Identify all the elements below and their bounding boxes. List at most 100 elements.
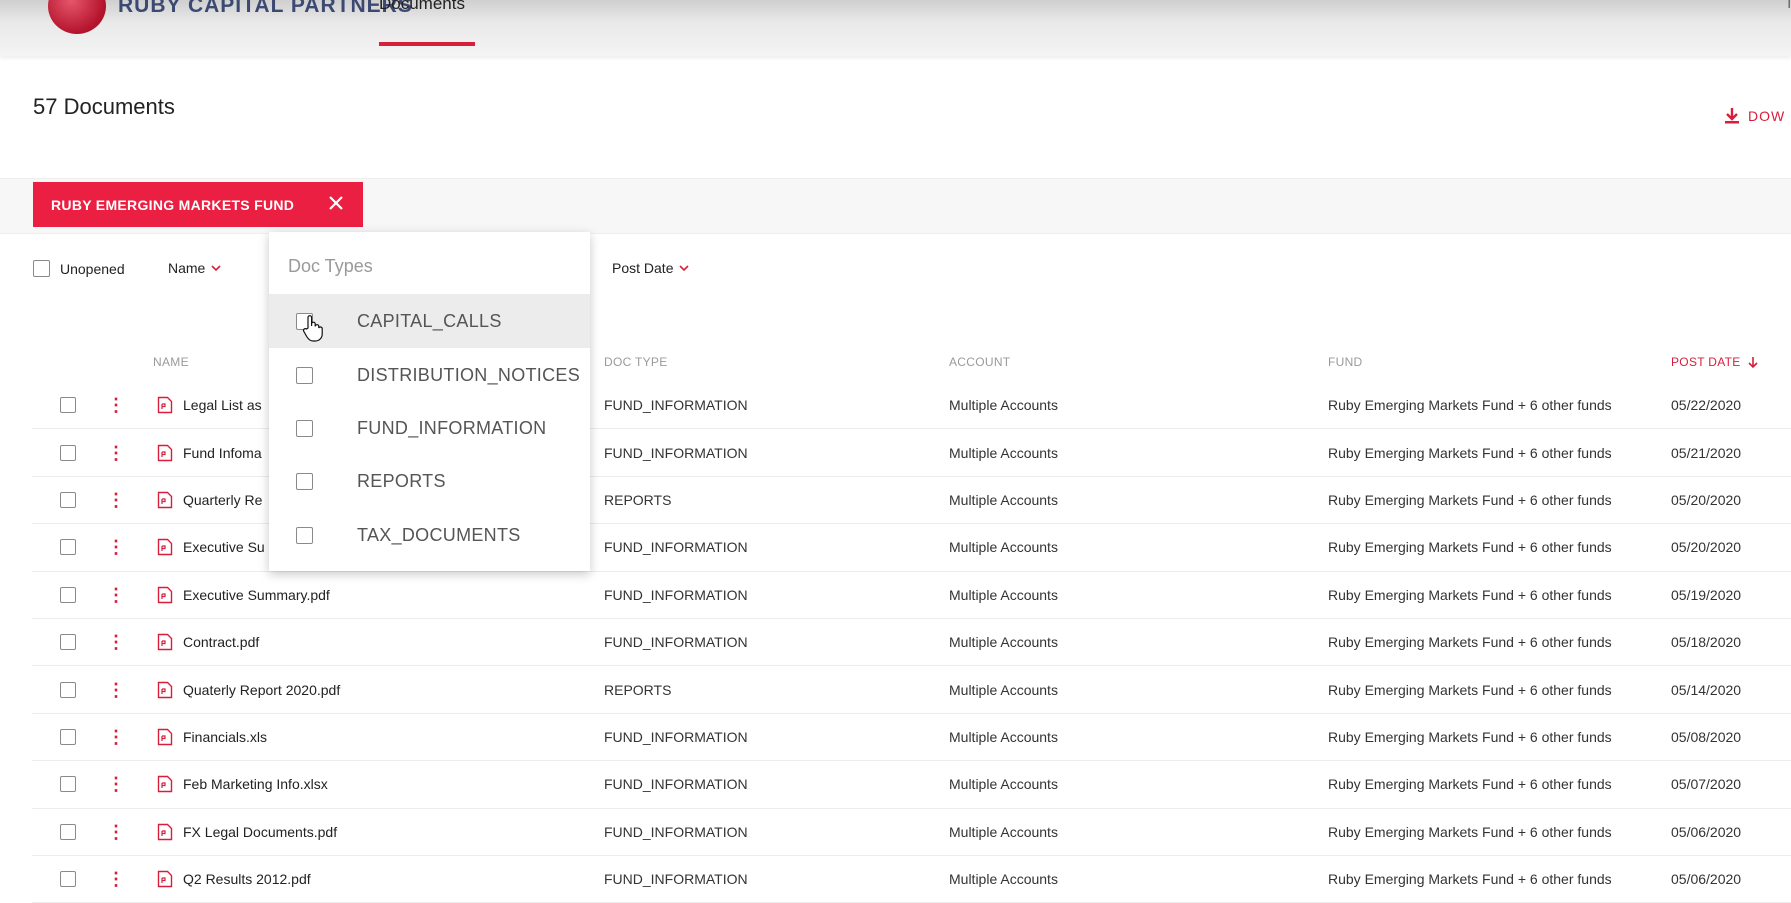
active-tab-indicator	[379, 42, 475, 46]
row-checkbox[interactable]	[60, 776, 76, 793]
row-checkbox[interactable]	[60, 539, 76, 556]
fund-cell: Ruby Emerging Markets Fund + 6 other fun…	[1328, 491, 1612, 508]
kebab-menu-icon[interactable]: ⋮	[107, 728, 125, 746]
option-label: TAX_DOCUMENTS	[357, 524, 521, 545]
document-name[interactable]: Q2 Results 2012.pdf	[183, 871, 311, 887]
table-row[interactable]: ⋮ Executive Summary.pdf FUND_INFORMATION…	[32, 572, 1791, 619]
doc-type-cell: FUND_INFORMATION	[604, 871, 748, 888]
brand-logo-icon[interactable]	[48, 0, 106, 34]
post-date-cell: 05/21/2020	[1671, 444, 1742, 461]
row-checkbox[interactable]	[60, 681, 76, 698]
row-checkbox[interactable]	[60, 491, 76, 508]
doc-type-option-fund-information[interactable]: FUND_INFORMATION	[269, 401, 590, 455]
post-date-cell: 05/07/2020	[1671, 776, 1742, 793]
row-checkbox[interactable]	[60, 586, 76, 603]
tab-documents[interactable]: Documents	[379, 0, 465, 14]
doc-type-option-distribution-notices[interactable]: DISTRIBUTION_NOTICES	[269, 348, 590, 402]
pdf-file-icon	[157, 681, 173, 698]
row-checkbox[interactable]	[60, 728, 76, 745]
column-header-fund[interactable]: FUND	[1328, 355, 1363, 369]
chevron-down-icon	[679, 265, 690, 272]
name-filter-label: Name	[168, 260, 206, 276]
close-icon[interactable]	[327, 194, 345, 212]
option-label: FUND_INFORMATION	[357, 417, 547, 438]
download-button[interactable]: DOW	[1724, 107, 1785, 125]
kebab-menu-icon[interactable]: ⋮	[107, 681, 125, 699]
document-name[interactable]: Executive Summary.pdf	[183, 587, 330, 603]
table-row[interactable]: ⋮ Feb Marketing Info.xlsx FUND_INFORMATI…	[32, 761, 1791, 809]
account-cell: Multiple Accounts	[949, 728, 1058, 745]
fund-cell: Ruby Emerging Markets Fund + 6 other fun…	[1328, 728, 1612, 745]
fund-cell: Ruby Emerging Markets Fund + 6 other fun…	[1328, 871, 1612, 888]
option-checkbox[interactable]	[296, 419, 313, 437]
document-name[interactable]: Fund Infoma	[183, 445, 262, 461]
fund-cell: Ruby Emerging Markets Fund + 6 other fun…	[1328, 444, 1612, 461]
unopened-label: Unopened	[60, 260, 125, 277]
kebab-menu-icon[interactable]: ⋮	[107, 586, 125, 604]
row-checkbox[interactable]	[60, 871, 76, 888]
fund-filter-chip[interactable]: RUBY EMERGING MARKETS FUND	[33, 182, 363, 227]
doc-type-cell: FUND_INFORMATION	[604, 634, 748, 651]
document-name[interactable]: Legal List as	[183, 397, 262, 413]
row-checkbox[interactable]	[60, 397, 76, 414]
account-cell: Multiple Accounts	[949, 776, 1058, 793]
document-name[interactable]: Feb Marketing Info.xlsx	[183, 776, 328, 792]
row-checkbox[interactable]	[60, 444, 76, 461]
account-cell: Multiple Accounts	[949, 491, 1058, 508]
option-checkbox[interactable]	[296, 472, 313, 490]
document-name[interactable]: Contract.pdf	[183, 634, 259, 650]
table-row[interactable]: ⋮ Quaterly Report 2020.pdf REPORTS Multi…	[32, 666, 1791, 714]
kebab-menu-icon[interactable]: ⋮	[107, 633, 125, 651]
post-date-cell: 05/18/2020	[1671, 634, 1742, 651]
column-header-post-date-label: POST DATE	[1671, 355, 1741, 369]
document-name[interactable]: Financials.xls	[183, 729, 267, 745]
user-menu[interactable]: I	[1787, 0, 1791, 11]
fund-filter-chip-label: RUBY EMERGING MARKETS FUND	[51, 196, 295, 213]
fund-cell: Ruby Emerging Markets Fund + 6 other fun…	[1328, 539, 1612, 556]
table-row[interactable]: ⋮ FX Legal Documents.pdf FUND_INFORMATIO…	[32, 809, 1791, 856]
table-row[interactable]: ⋮ Contract.pdf FUND_INFORMATION Multiple…	[32, 619, 1791, 667]
kebab-menu-icon[interactable]: ⋮	[107, 396, 125, 414]
doc-type-cell: FUND_INFORMATION	[604, 539, 748, 556]
pdf-file-icon	[157, 586, 173, 603]
kebab-menu-icon[interactable]: ⋮	[107, 444, 125, 462]
page-title: 57 Documents	[33, 94, 175, 119]
name-filter-dropdown[interactable]: Name	[168, 260, 222, 276]
column-header-account[interactable]: ACCOUNT	[949, 355, 1010, 369]
table-row[interactable]: ⋮ Financials.xls FUND_INFORMATION Multip…	[32, 714, 1791, 762]
column-header-post-date[interactable]: POST DATE	[1671, 355, 1759, 369]
kebab-menu-icon[interactable]: ⋮	[107, 775, 125, 793]
document-name[interactable]: Quaterly Report 2020.pdf	[183, 682, 340, 698]
post-date-filter-dropdown[interactable]: Post Date	[612, 260, 690, 276]
doc-type-option-tax-documents[interactable]: TAX_DOCUMENTS	[269, 508, 590, 562]
row-checkbox[interactable]	[60, 634, 76, 651]
unopened-checkbox[interactable]	[33, 260, 50, 277]
fund-cell: Ruby Emerging Markets Fund + 6 other fun…	[1328, 397, 1612, 414]
row-checkbox[interactable]	[60, 823, 76, 840]
column-header-doc-type[interactable]: DOC TYPE	[604, 355, 668, 369]
kebab-menu-icon[interactable]: ⋮	[107, 823, 125, 841]
doc-types-dropdown: Doc Types CAPITAL_CALLS DISTRIBUTION_NOT…	[269, 232, 590, 571]
pdf-file-icon	[157, 823, 173, 840]
doc-type-cell: FUND_INFORMATION	[604, 728, 748, 745]
option-checkbox[interactable]	[296, 526, 313, 544]
account-cell: Multiple Accounts	[949, 681, 1058, 698]
post-date-cell: 05/20/2020	[1671, 491, 1742, 508]
post-date-filter-label: Post Date	[612, 260, 674, 276]
kebab-menu-icon[interactable]: ⋮	[107, 491, 125, 509]
document-name[interactable]: FX Legal Documents.pdf	[183, 824, 337, 840]
document-name[interactable]: Quarterly Re	[183, 492, 262, 508]
doc-type-option-reports[interactable]: REPORTS	[269, 454, 590, 508]
account-cell: Multiple Accounts	[949, 586, 1058, 603]
kebab-menu-icon[interactable]: ⋮	[107, 538, 125, 556]
doc-types-search-input[interactable]: Doc Types	[288, 256, 373, 277]
option-checkbox[interactable]	[296, 366, 313, 384]
document-name[interactable]: Executive Su	[183, 539, 265, 555]
top-navigation-bar: RUBY CAPITAL PARTNERS Documents I	[0, 0, 1791, 56]
column-header-name[interactable]: NAME	[153, 355, 189, 369]
brand-name[interactable]: RUBY CAPITAL PARTNERS	[118, 0, 413, 18]
fund-cell: Ruby Emerging Markets Fund + 6 other fun…	[1328, 681, 1612, 698]
kebab-menu-icon[interactable]: ⋮	[107, 870, 125, 888]
unopened-filter[interactable]: Unopened	[33, 260, 125, 277]
table-row[interactable]: ⋮ Q2 Results 2012.pdf FUND_INFORMATION M…	[32, 856, 1791, 903]
